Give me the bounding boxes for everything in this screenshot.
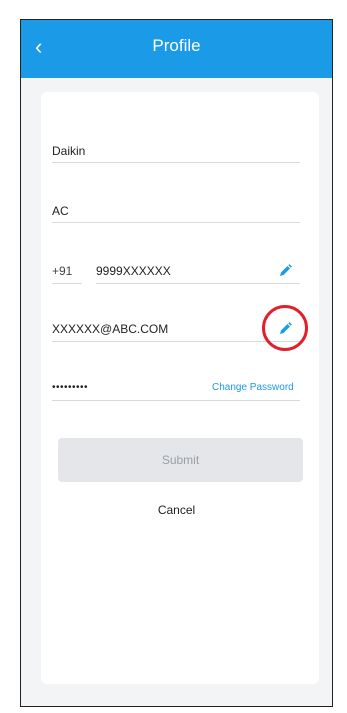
first-name-underline	[52, 162, 300, 163]
password-underline	[52, 400, 300, 401]
phone-field[interactable]: 9999XXXXXX	[96, 264, 171, 278]
highlight-circle	[262, 305, 308, 351]
app-header: ‹ Profile	[21, 20, 332, 78]
pencil-icon[interactable]	[277, 263, 293, 279]
profile-card: Daikin AC +91 9999XXXXXX XXXXXX@ABC.COM …	[41, 92, 319, 684]
phone-frame: ‹ Profile Daikin AC +91 9999XXXXXX XXXXX…	[20, 19, 333, 707]
submit-button[interactable]: Submit	[58, 438, 303, 482]
phone-underline	[96, 283, 300, 284]
cancel-button[interactable]: Cancel	[21, 503, 332, 517]
first-name-field[interactable]: Daikin	[52, 144, 85, 158]
phone-code-field[interactable]: +91	[52, 264, 72, 278]
phone-code-underline	[52, 283, 82, 284]
password-field[interactable]: •••••••••	[52, 382, 88, 393]
email-underline	[52, 341, 300, 342]
change-password-link[interactable]: Change Password	[212, 382, 294, 393]
last-name-field[interactable]: AC	[52, 204, 69, 218]
email-field[interactable]: XXXXXX@ABC.COM	[52, 322, 168, 336]
page-title: Profile	[152, 36, 201, 55]
last-name-underline	[52, 222, 300, 223]
